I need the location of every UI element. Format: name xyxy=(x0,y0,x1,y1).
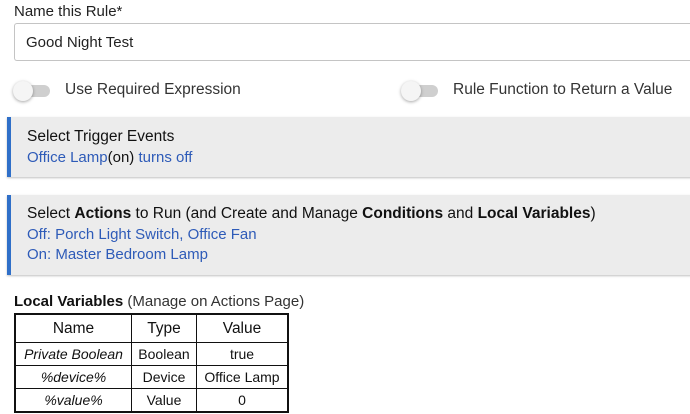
actions-off-line: Off: Porch Light Switch, Office Fan xyxy=(27,226,257,243)
trigger-panel-title: Select Trigger Events xyxy=(27,128,175,145)
variable-type: Device xyxy=(131,365,197,389)
trigger-state: on xyxy=(112,149,130,166)
rule-name-input[interactable] xyxy=(14,23,690,61)
trigger-device: Office Lamp xyxy=(27,149,108,166)
variable-value: Office Lamp xyxy=(196,365,289,389)
column-header: Name xyxy=(14,313,132,343)
variable-name: %device% xyxy=(14,365,132,389)
table-header-row: Name Type Value xyxy=(14,313,289,343)
column-header: Value xyxy=(196,313,289,343)
trigger-action: turns off xyxy=(138,149,193,166)
variable-type: Boolean xyxy=(131,342,197,366)
function-return-value-label: Rule Function to Return a Value xyxy=(453,81,673,98)
local-variables-table: Name Type Value Private Boolean Boolean … xyxy=(14,313,289,413)
column-header: Type xyxy=(131,313,197,343)
function-return-value-toggle[interactable] xyxy=(401,81,438,101)
toggle-knob xyxy=(13,81,33,101)
table-row: %value% Value 0 xyxy=(14,388,289,413)
required-expression-label: Use Required Expression xyxy=(65,81,241,98)
required-expression-toggle[interactable] xyxy=(13,81,50,101)
toggle-knob xyxy=(401,81,421,101)
variable-name: %value% xyxy=(14,388,132,413)
rule-name-label: Name this Rule* xyxy=(14,3,123,20)
variable-value: 0 xyxy=(196,388,289,413)
table-row: Private Boolean Boolean true xyxy=(14,342,289,366)
trigger-summary: Office Lamp(on) turns off xyxy=(27,149,193,166)
local-variables-heading: Local Variables (Manage on Actions Page) xyxy=(14,293,305,310)
variable-value: true xyxy=(196,342,289,366)
actions-on-line: On: Master Bedroom Lamp xyxy=(27,246,208,263)
select-trigger-events-panel[interactable]: Select Trigger Events Office Lamp(on) tu… xyxy=(7,117,690,177)
table-row: %device% Device Office Lamp xyxy=(14,365,289,389)
select-actions-panel[interactable]: Select Actions to Run (and Create and Ma… xyxy=(7,195,690,275)
variable-name: Private Boolean xyxy=(14,342,132,366)
actions-panel-title: Select Actions to Run (and Create and Ma… xyxy=(27,205,596,222)
variable-type: Value xyxy=(131,388,197,413)
